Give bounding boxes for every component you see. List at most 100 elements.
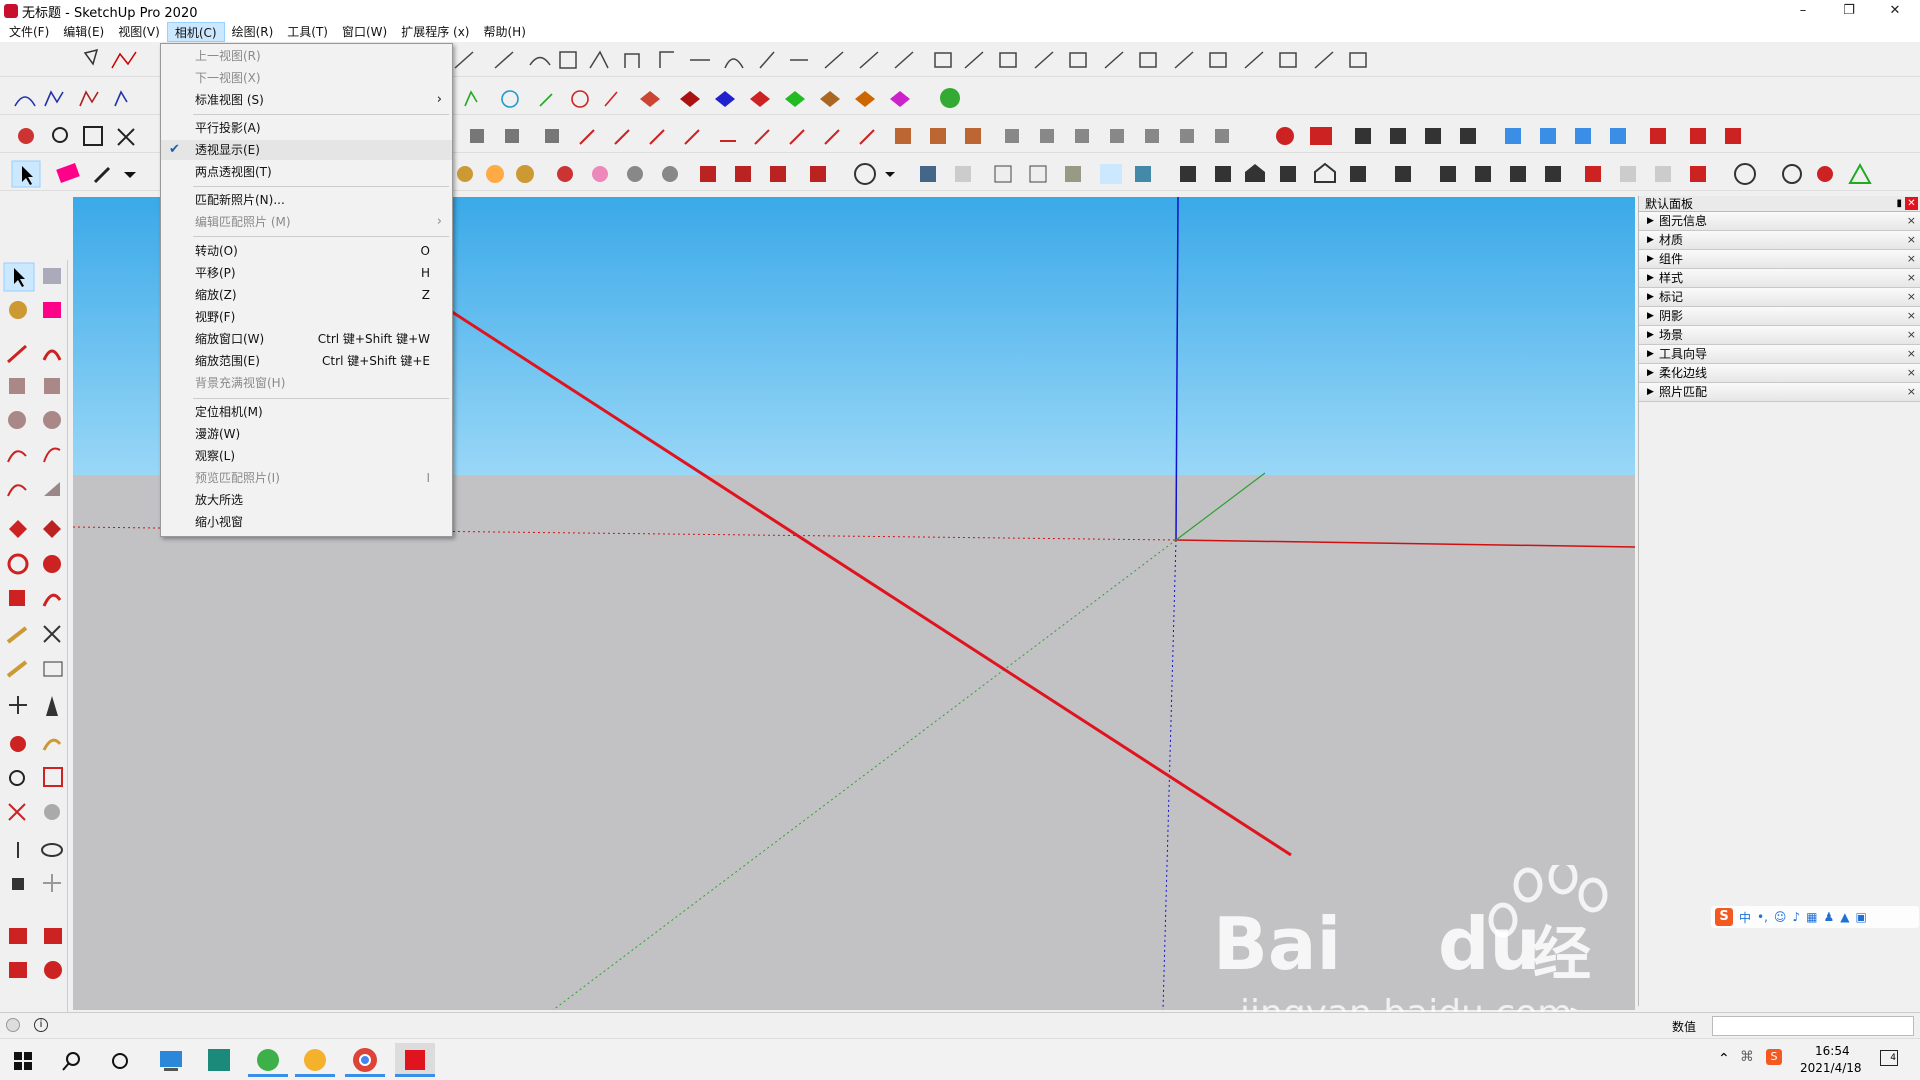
submenu-arrow-icon: › [436, 214, 442, 229]
cortana-icon[interactable] [110, 1051, 130, 1071]
close-icon[interactable]: × [1907, 250, 1916, 268]
punct-icon[interactable]: •, [1757, 910, 1768, 924]
panel-item-components[interactable]: ▶ 组件 × [1639, 250, 1920, 269]
panel-item-materials[interactable]: ▶ 材质 × [1639, 231, 1920, 250]
close-icon[interactable]: × [1907, 345, 1916, 363]
menu-separator [193, 114, 449, 115]
menu-separator [193, 236, 449, 237]
minimize-button[interactable]: – [1780, 0, 1826, 22]
clock-time[interactable]: 16:54 [1815, 1044, 1850, 1058]
geo-location-icon[interactable] [6, 1018, 20, 1032]
ime-lang[interactable]: 中 [1739, 909, 1751, 926]
menu-item-zoom-extents[interactable]: 缩放范围(E) Ctrl 键+Shift 键+E [161, 351, 452, 371]
panel-item-match-photo[interactable]: ▶ 照片匹配 × [1639, 383, 1920, 402]
skin-icon[interactable]: ▲ [1840, 910, 1849, 924]
search-icon[interactable] [62, 1051, 82, 1071]
menu-edit[interactable]: 编辑(E) [56, 22, 111, 42]
menu-item-orbit[interactable]: 转动(O) O [161, 241, 452, 261]
sogou-icon[interactable]: S [1715, 908, 1733, 926]
expand-triangle-icon: ▶ [1647, 292, 1654, 302]
measurements-input[interactable] [1712, 1016, 1914, 1036]
taskbar-app-desktop-icon[interactable] [150, 1043, 190, 1077]
taskbar-chrome-icon[interactable] [345, 1043, 385, 1077]
close-icon[interactable]: × [1907, 383, 1916, 401]
menu-item-zoom-selection[interactable]: 放大所选 [161, 490, 452, 510]
network-icon[interactable]: ⌘ [1740, 1049, 1754, 1065]
tray-chevron-up-icon[interactable]: ⌃ [1718, 1051, 1730, 1067]
taskbar-sketchup-icon[interactable] [395, 1043, 435, 1077]
menu-extensions[interactable]: 扩展程序 (x) [394, 22, 476, 42]
panel-item-tags[interactable]: ▶ 标记 × [1639, 288, 1920, 307]
keyboard-icon[interactable]: ▦ [1806, 910, 1817, 924]
windows-start-icon[interactable] [14, 1052, 32, 1070]
panel-item-scenes[interactable]: ▶ 场景 × [1639, 326, 1920, 345]
value-label: 数值 [1672, 1020, 1697, 1034]
sogou-tray-icon[interactable]: S [1766, 1049, 1782, 1065]
taskbar-app-editor-icon[interactable] [198, 1043, 238, 1077]
menu-draw[interactable]: 绘图(R) [225, 22, 281, 42]
menu-item-look-around[interactable]: 观察(L) [161, 446, 452, 466]
menu-item-zoom-window[interactable]: 缩放窗口(W) Ctrl 键+Shift 键+W [161, 329, 452, 349]
status-bar: i 数值 [0, 1012, 1920, 1038]
expand-triangle-icon: ▶ [1647, 349, 1654, 359]
menu-item-edit-matched-photo[interactable]: 编辑匹配照片 (M) › [161, 212, 452, 232]
menu-window[interactable]: 窗口(W) [335, 22, 394, 42]
menu-help[interactable]: 帮助(H) [476, 22, 532, 42]
clock-date[interactable]: 2021/4/18 [1800, 1061, 1862, 1075]
ime-toolbar[interactable]: S 中 •, ☺ ♪ ▦ ♟ ▲ ▣ [1711, 906, 1919, 928]
panel-item-styles[interactable]: ▶ 样式 × [1639, 269, 1920, 288]
emoji-icon[interactable]: ☺ [1774, 910, 1787, 924]
pin-icon[interactable]: ▮ [1896, 196, 1902, 212]
toolbox-icon[interactable]: ▣ [1855, 910, 1866, 924]
tray-close-icon[interactable]: ✕ [1905, 197, 1918, 210]
panel-item-instructor[interactable]: ▶ 工具向导 × [1639, 345, 1920, 364]
left-tool-palette [0, 260, 68, 1025]
checkmark-icon: ✔ [169, 142, 180, 157]
mic-icon[interactable]: ♪ [1792, 910, 1800, 924]
close-icon[interactable]: × [1907, 364, 1916, 382]
close-button[interactable]: ✕ [1872, 0, 1918, 22]
info-icon[interactable]: i [34, 1018, 48, 1032]
left-tool-icons[interactable] [0, 260, 68, 1025]
expand-triangle-icon: ▶ [1647, 273, 1654, 283]
notification-icon[interactable]: 4 [1880, 1050, 1898, 1066]
menu-tools[interactable]: 工具(T) [280, 22, 335, 42]
panel-item-entity-info[interactable]: ▶ 图元信息 × [1639, 212, 1920, 231]
menu-item-standard-views[interactable]: 标准视图 (S) › [161, 90, 452, 110]
taskbar-app-tool-icon[interactable] [295, 1043, 335, 1077]
close-icon[interactable]: × [1907, 212, 1916, 230]
sketchup-logo-icon [4, 4, 18, 18]
menu-item-zoom-out-window[interactable]: 缩小视窗 [161, 512, 452, 532]
menu-item-pan[interactable]: 平移(P) H [161, 263, 452, 283]
user-icon[interactable]: ♟ [1823, 910, 1834, 924]
window-title: 无标题 - SketchUp Pro 2020 [22, 5, 198, 21]
tray-title: 默认面板 ▮ ✕ [1639, 196, 1920, 212]
menu-item-parallel-projection[interactable]: 平行投影(A) [161, 118, 452, 138]
menu-item-perspective[interactable]: ✔ 透视显示(E) [161, 140, 452, 160]
close-icon[interactable]: × [1907, 269, 1916, 287]
close-icon[interactable]: × [1907, 288, 1916, 306]
menu-item-zoom-to-photo[interactable]: 背景充满视窗(H) [161, 373, 452, 393]
menu-file[interactable]: 文件(F) [2, 22, 56, 42]
title-bar: 无标题 - SketchUp Pro 2020 – ❐ ✕ [0, 0, 1920, 22]
panel-item-soften-edges[interactable]: ▶ 柔化边线 × [1639, 364, 1920, 383]
close-icon[interactable]: × [1907, 307, 1916, 325]
menu-item-previous-view[interactable]: 上一视图(R) [161, 46, 452, 66]
menu-item-walk[interactable]: 漫游(W) [161, 424, 452, 444]
menu-item-field-of-view[interactable]: 视野(F) [161, 307, 452, 327]
menu-item-next-view[interactable]: 下一视图(X) [161, 68, 452, 88]
menu-item-match-new-photo[interactable]: 匹配新照片(N)... [161, 190, 452, 210]
default-tray-panel: 默认面板 ▮ ✕ ▶ 图元信息 × ▶ 材质 × ▶ 组件 × ▶ 样式 × ▶ 标记 × ▶ 阴影 ×… [1638, 196, 1920, 1006]
menu-item-two-point-perspective[interactable]: 两点透视图(T) [161, 162, 452, 182]
menu-bar: 文件(F) 编辑(E) 视图(V) 相机(C) 绘图(R) 工具(T) 窗口(W… [0, 22, 1920, 42]
menu-view[interactable]: 视图(V) [111, 22, 167, 42]
taskbar-app-browser-icon[interactable] [248, 1043, 288, 1077]
close-icon[interactable]: × [1907, 326, 1916, 344]
panel-item-shadows[interactable]: ▶ 阴影 × [1639, 307, 1920, 326]
menu-item-zoom[interactable]: 缩放(Z) Z [161, 285, 452, 305]
maximize-button[interactable]: ❐ [1826, 0, 1872, 22]
close-icon[interactable]: × [1907, 231, 1916, 249]
menu-item-position-camera[interactable]: 定位相机(M) [161, 402, 452, 422]
menu-camera[interactable]: 相机(C) [166, 22, 225, 42]
menu-item-preview-matched-photo[interactable]: 预览匹配照片(I) I [161, 468, 452, 488]
